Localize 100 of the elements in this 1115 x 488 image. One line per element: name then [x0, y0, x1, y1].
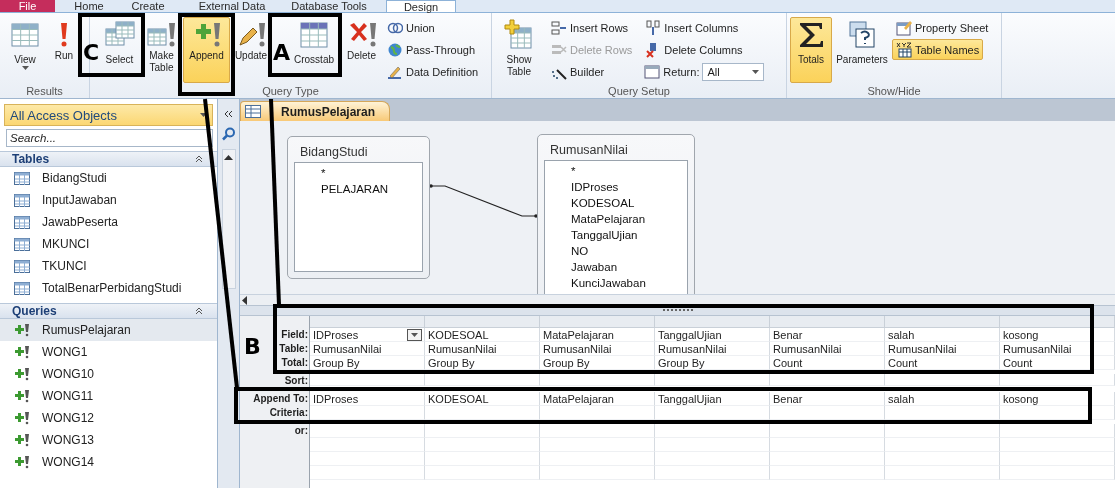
grid-cell[interactable]: RumusanNilai: [770, 342, 885, 356]
grid-cell[interactable]: Count: [885, 356, 1000, 370]
nav-item[interactable]: TKUNCI: [0, 255, 217, 277]
field-item[interactable]: *: [571, 163, 576, 179]
ribbon-button[interactable]: Select: [100, 17, 139, 83]
field-item[interactable]: MataPelajaran: [571, 211, 646, 227]
dropdown-button[interactable]: [407, 328, 422, 341]
ribbon-button[interactable]: Show Table: [496, 17, 542, 83]
grid-cell[interactable]: Benar: [770, 392, 885, 406]
grid-cell[interactable]: [655, 424, 770, 438]
field-item[interactable]: KunciJawaban: [571, 275, 646, 291]
grid-cell[interactable]: [770, 374, 885, 386]
nav-item[interactable]: TotalBenarPerbidangStudi: [0, 277, 217, 299]
grid-cell[interactable]: [425, 374, 540, 386]
navigation-header[interactable]: All Access Objects: [4, 104, 213, 126]
nav-group-header[interactable]: Queries: [0, 303, 217, 319]
ribbon-tab[interactable]: Home: [74, 0, 104, 12]
grid-cell[interactable]: [885, 438, 1000, 452]
grid-cell[interactable]: [425, 406, 540, 420]
horizontal-scrollbar[interactable]: [240, 294, 1115, 305]
field-item[interactable]: IDProses: [571, 179, 619, 195]
nav-item[interactable]: InputJawaban: [0, 189, 217, 211]
table-window[interactable]: RumusanNilai * IDProses KODESOAL MataPelajaran TanggalUjian NO Jawaban KunciJawaban: [537, 134, 695, 294]
grid-cell[interactable]: Benar: [770, 328, 885, 342]
grid-cell[interactable]: [655, 406, 770, 420]
nav-item[interactable]: WONG1: [0, 341, 217, 363]
grid-cell[interactable]: [540, 466, 655, 480]
grid-cell[interactable]: [425, 424, 540, 438]
grid-cell[interactable]: [310, 452, 425, 466]
grid-cell[interactable]: [540, 452, 655, 466]
grid-cell[interactable]: [885, 374, 1000, 386]
field-item[interactable]: TanggalUjian: [571, 227, 638, 243]
ribbon-button[interactable]: Update: [235, 17, 267, 83]
grid-cell[interactable]: [540, 438, 655, 452]
grid-cell[interactable]: TanggalUjian: [655, 392, 770, 406]
search-icon[interactable]: [221, 127, 236, 141]
grid-cell[interactable]: IDProses: [310, 392, 425, 406]
grid-cell[interactable]: [655, 438, 770, 452]
column-selector[interactable]: [1000, 316, 1115, 328]
return-dropdown[interactable]: All: [702, 63, 765, 81]
grid-cell[interactable]: MataPelajaran: [540, 328, 655, 342]
grid-cell[interactable]: [885, 424, 1000, 438]
grid-cell[interactable]: [425, 438, 540, 452]
ribbon-button[interactable]: Totals: [790, 17, 832, 83]
ribbon-tab[interactable]: External Data: [192, 0, 272, 12]
document-tab[interactable]: RumusPelajaran: [240, 101, 391, 121]
nav-item[interactable]: WONG12: [0, 407, 217, 429]
grid-cell[interactable]: [310, 374, 425, 386]
nav-group-header[interactable]: Tables: [0, 151, 217, 167]
grid-cell[interactable]: RumusanNilai: [540, 342, 655, 356]
grid-cell[interactable]: salah: [885, 392, 1000, 406]
grid-cell[interactable]: [540, 374, 655, 386]
ribbon-button[interactable]: Property Sheet: [892, 17, 993, 38]
grid-cell[interactable]: [1000, 374, 1115, 386]
ribbon-button[interactable]: Delete Columns: [641, 39, 747, 60]
grid-cell[interactable]: [885, 406, 1000, 420]
nav-item[interactable]: MKUNCI: [0, 233, 217, 255]
field-item[interactable]: Jawaban: [571, 259, 618, 275]
grid-cell[interactable]: Count: [1000, 356, 1115, 370]
nav-item[interactable]: WONG11: [0, 385, 217, 407]
grid-cell[interactable]: kosong: [1000, 392, 1115, 406]
grid-cell[interactable]: [310, 466, 425, 480]
grid-cell[interactable]: IDProses: [310, 328, 425, 342]
grid-cell[interactable]: Group By: [310, 356, 425, 370]
grid-cell[interactable]: [425, 452, 540, 466]
nav-item[interactable]: BidangStudi: [0, 167, 217, 189]
ribbon-button[interactable]: Union: [383, 17, 439, 38]
grid-cell[interactable]: RumusanNilai: [885, 342, 1000, 356]
grid-cell[interactable]: RumusanNilai: [425, 342, 540, 356]
grid-cell[interactable]: [770, 452, 885, 466]
grid-cell[interactable]: [1000, 438, 1115, 452]
grid-cell[interactable]: Group By: [655, 356, 770, 370]
grid-cell[interactable]: [655, 452, 770, 466]
grid-cell[interactable]: [885, 452, 1000, 466]
grid-cell[interactable]: KODESOAL: [425, 392, 540, 406]
grid-cell[interactable]: RumusanNilai: [655, 342, 770, 356]
grid-cell[interactable]: KODESOAL: [425, 328, 540, 342]
grid-cell[interactable]: kosong: [1000, 328, 1115, 342]
field-item[interactable]: KODESOAL: [571, 195, 635, 211]
grid-cell[interactable]: [1000, 452, 1115, 466]
grid-cell[interactable]: [770, 424, 885, 438]
grid-cell[interactable]: [770, 406, 885, 420]
ribbon-button[interactable]: Insert Columns: [641, 17, 743, 38]
grid-cell[interactable]: [770, 466, 885, 480]
ribbon-button[interactable]: Make Table: [146, 17, 177, 83]
grid-cell[interactable]: [655, 374, 770, 386]
ribbon-button[interactable]: Run: [50, 17, 78, 83]
nav-item[interactable]: WONG13: [0, 429, 217, 451]
ribbon-button[interactable]: Data Definition: [383, 61, 483, 82]
nav-item[interactable]: WONG14: [0, 451, 217, 473]
ribbon-button[interactable]: Builder: [547, 61, 609, 82]
grid-cell[interactable]: [425, 466, 540, 480]
ribbon-tab[interactable]: Database Tools: [289, 0, 369, 12]
nav-item[interactable]: WONG10: [0, 363, 217, 385]
field-item[interactable]: PELAJARAN: [321, 181, 389, 197]
grid-cell[interactable]: [310, 438, 425, 452]
grid-cell[interactable]: [1000, 466, 1115, 480]
search-field[interactable]: Search...: [6, 129, 213, 147]
grid-cell[interactable]: [1000, 406, 1115, 420]
grid-cell[interactable]: [655, 466, 770, 480]
